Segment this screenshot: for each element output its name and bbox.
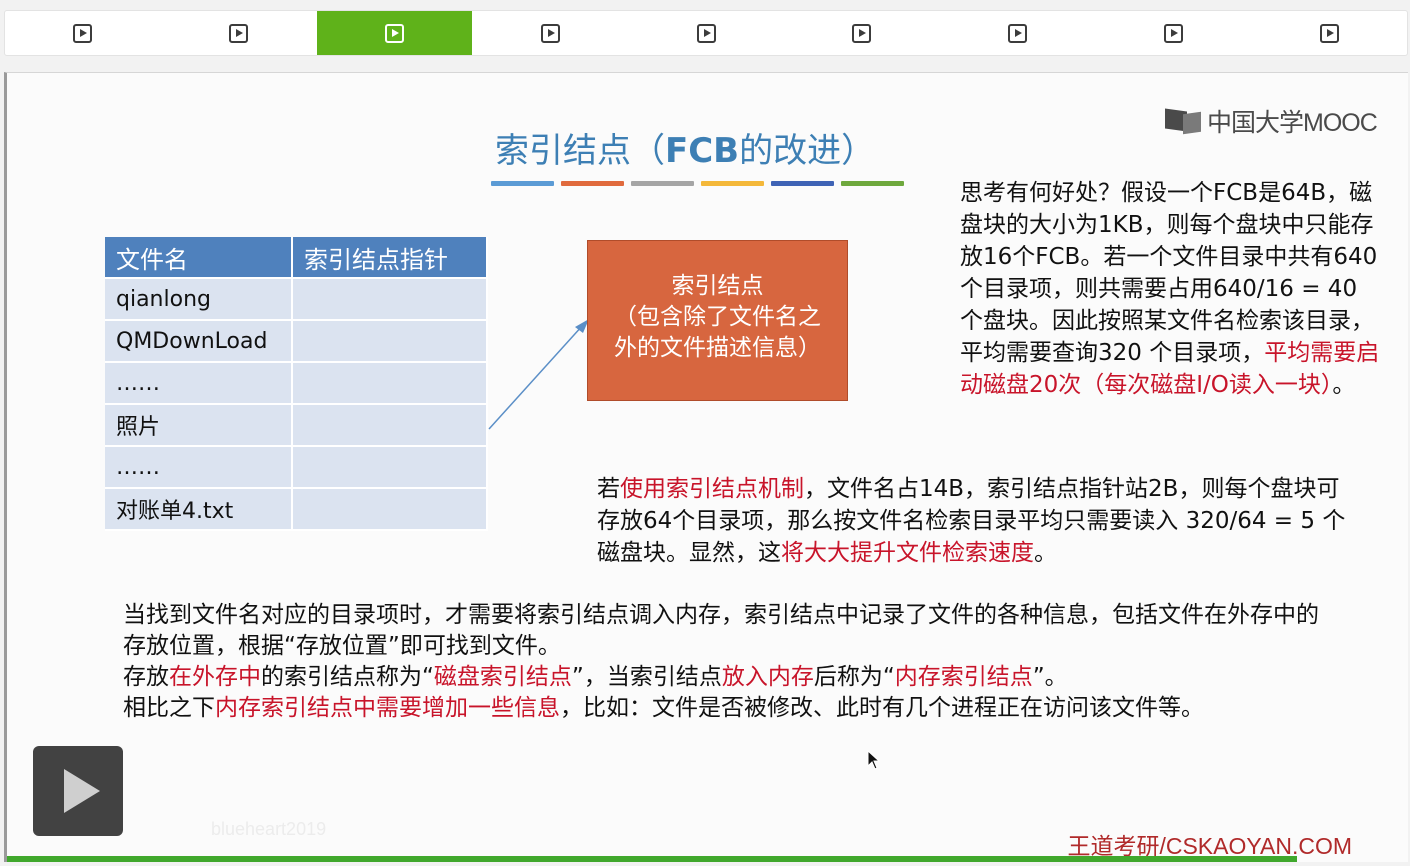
color-segment <box>631 181 694 186</box>
color-segment <box>491 181 554 186</box>
title-color-bar <box>491 181 904 186</box>
nav-item-2[interactable] <box>161 11 317 55</box>
slide-title: 索引结点（FCB的改进） <box>495 131 876 171</box>
nav-item-6[interactable] <box>784 11 940 55</box>
table-cell-filename: 照片 <box>105 405 293 447</box>
table-row: qianlong <box>105 279 488 321</box>
play-icon <box>696 23 716 43</box>
play-button[interactable] <box>33 746 123 836</box>
table-cell-filename: qianlong <box>105 279 293 321</box>
directory-table: 文件名 索引结点指针 qianlong QMDownLoad …… 照片 …… … <box>105 237 488 531</box>
mooc-logo-icon <box>1165 108 1203 134</box>
color-segment <box>841 181 904 186</box>
inode-box: 索引结点 （包含除了文件名之 外的文件描述信息） <box>587 240 848 401</box>
explanation-paragraph: 当找到文件名对应的目录项时，才需要将索引结点调入内存，索引结点中记录了文件的各种… <box>123 602 1319 721</box>
color-segment <box>701 181 764 186</box>
pointer-arrow <box>488 319 589 430</box>
play-icon <box>384 23 404 43</box>
nav-item-7[interactable] <box>940 11 1096 55</box>
play-icon <box>1008 23 1028 43</box>
nav-item-9[interactable] <box>1251 11 1407 55</box>
table-cell-filename: 对账单4.txt <box>105 489 293 531</box>
think-paragraph: 思考有何好处？假设一个FCB是64B，磁盘块的大小为1KB，则每个盘块中只能存放… <box>960 180 1380 398</box>
color-segment <box>771 181 834 186</box>
nav-item-1[interactable] <box>5 11 161 55</box>
table-cell-filename: …… <box>105 363 293 405</box>
color-segment <box>561 181 624 186</box>
nav-item-3-active[interactable] <box>316 11 473 55</box>
nav-item-5[interactable] <box>628 11 784 55</box>
table-header-inode-pointer: 索引结点指针 <box>293 237 488 279</box>
table-cell-pointer <box>293 279 488 321</box>
table-cell-pointer <box>293 405 488 447</box>
table-header-row: 文件名 索引结点指针 <box>105 237 488 279</box>
play-icon <box>1319 23 1339 43</box>
watermark: blueheart2019 <box>211 819 327 839</box>
mouse-cursor-icon <box>867 750 881 770</box>
chapter-nav <box>4 10 1408 56</box>
table-cell-filename: QMDownLoad <box>105 321 293 363</box>
table-row: QMDownLoad <box>105 321 488 363</box>
table-cell-filename: …… <box>105 447 293 489</box>
table-cell-pointer <box>293 363 488 405</box>
video-progress-bar[interactable] <box>7 856 1297 862</box>
table-cell-pointer <box>293 489 488 531</box>
table-row: 对账单4.txt <box>105 489 488 531</box>
play-icon <box>540 23 560 43</box>
nav-item-8[interactable] <box>1095 11 1251 55</box>
play-icon <box>229 23 249 43</box>
table-header-filename: 文件名 <box>105 237 293 279</box>
mooc-logo: 中国大学MOOC <box>1165 105 1378 137</box>
video-slide[interactable]: 中国大学MOOC 索引结点（FCB的改进） 文件名 索引结点指针 qianlon… <box>4 72 1408 862</box>
table-cell-pointer <box>293 447 488 489</box>
play-icon <box>73 23 93 43</box>
table-row: …… <box>105 447 488 489</box>
index-node-paragraph: 若使用索引结点机制，文件名占14B，索引结点指针站2B，则每个盘块可存放64个目… <box>597 476 1346 566</box>
table-cell-pointer <box>293 321 488 363</box>
table-row: …… <box>105 363 488 405</box>
play-icon <box>1163 23 1183 43</box>
nav-item-4[interactable] <box>472 11 628 55</box>
logo-text: 中国大学MOOC <box>1207 109 1378 137</box>
play-icon <box>852 23 872 43</box>
table-row: 照片 <box>105 405 488 447</box>
